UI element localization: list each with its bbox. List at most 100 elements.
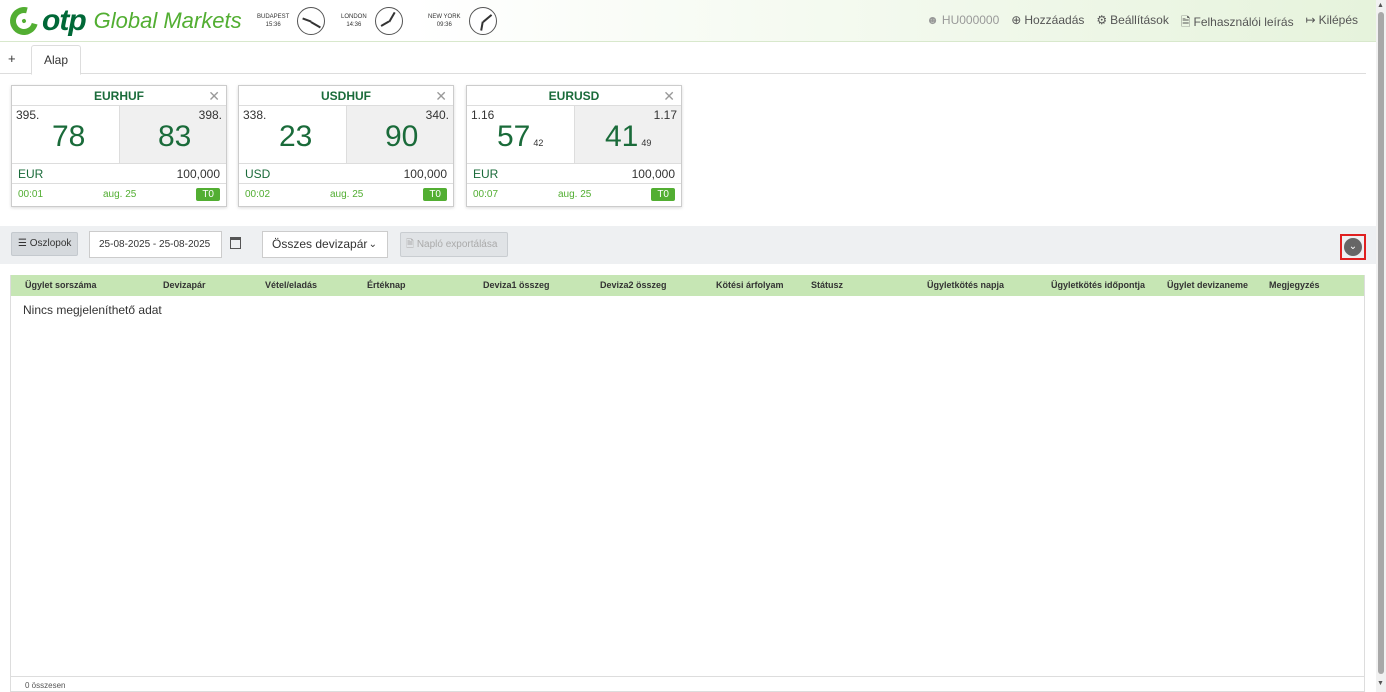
tile-time: 00:02 [245, 188, 271, 200]
tab-bar: + Alap [0, 43, 1366, 75]
table-footer-divider [10, 676, 1365, 677]
column-header[interactable]: Megjegyzés [1269, 275, 1320, 296]
expand-toggle-button[interactable]: ⌄ [1344, 238, 1362, 256]
list-icon: ☰ [18, 238, 27, 249]
ask-sup: 49 [641, 138, 652, 148]
empty-message: Nincs megjeleníthető adat [23, 303, 162, 317]
ask-price[interactable]: 1.17 41 49 [574, 106, 681, 163]
column-header[interactable]: Ügyletkötés időpontja [1051, 275, 1145, 296]
logout-icon: ↦ [1305, 13, 1316, 27]
tenor-badge[interactable]: T0 [651, 187, 675, 201]
rate-tile-eurusd: EURUSD ✕ 1.16 57 42 1.17 41 49 EUR 100,000… [466, 85, 682, 207]
tile-currency: USD [245, 167, 271, 181]
scrollbar-thumb[interactable] [1378, 12, 1384, 674]
scroll-up-icon[interactable]: ▲ [1377, 2, 1384, 9]
bid-prefix: 395. [16, 108, 40, 122]
add-button[interactable]: ⊕ Hozzáadás [1011, 13, 1084, 34]
tile-pair: USDHUF [321, 89, 371, 103]
table-header: Ügylet sorszáma Devizapár Vétel/eladás É… [11, 275, 1364, 296]
clock-london: LONDON 14:36 [341, 6, 403, 36]
bid-price[interactable]: 1.16 57 42 [467, 106, 574, 163]
plus-circle-icon: ⊕ [1011, 13, 1022, 27]
clock-time: 14:36 [346, 22, 362, 28]
column-header[interactable]: Deviza2 összeg [600, 275, 667, 296]
currency-pair-select[interactable]: Összes devizapár ⌄ [262, 231, 388, 258]
column-header[interactable]: Vétel/eladás [265, 275, 317, 296]
otp-logo-icon [4, 1, 44, 41]
clock-face-icon [468, 7, 497, 35]
page-scrollbar[interactable]: ▲ ▼ [1376, 0, 1386, 692]
close-icon[interactable]: ✕ [208, 86, 220, 106]
bid-price[interactable]: 395. 78 [12, 106, 119, 163]
add-tab-button[interactable]: + [8, 51, 16, 66]
logo-subtitle: Global Markets [93, 8, 242, 33]
clock-face-icon [374, 7, 403, 35]
clock-new-york: NEW YORK 09:36 [428, 6, 497, 36]
close-icon[interactable]: ✕ [435, 86, 447, 106]
scroll-down-icon[interactable]: ▼ [1377, 680, 1384, 687]
calendar-icon[interactable] [230, 237, 241, 249]
ask-prefix: 398. [198, 108, 222, 122]
clock-city: NEW YORK [428, 14, 461, 20]
clock-time: 09:36 [436, 22, 452, 28]
column-header[interactable]: Kötési árfolyam [716, 275, 784, 296]
columns-button[interactable]: ☰ Oszlopok [11, 232, 79, 256]
column-header[interactable]: Devizapár [163, 275, 206, 296]
ask-big: 41 [605, 120, 639, 153]
tab-alap[interactable]: Alap [31, 45, 82, 75]
bid-big: 57 [497, 120, 531, 153]
user-manual-link[interactable]: 🗎 Felhasználói leírás [1181, 13, 1294, 34]
tile-pair: EURHUF [94, 89, 144, 103]
tile-currency: EUR [473, 167, 499, 181]
trade-log-table: Ügylet sorszáma Devizapár Vétel/eladás É… [10, 275, 1365, 692]
tenor-badge[interactable]: T0 [196, 187, 220, 201]
chevron-down-icon: ⌄ [368, 239, 377, 250]
settings-button[interactable]: ⚙ Beállítások [1096, 13, 1168, 34]
column-header[interactable]: Deviza1 összeg [483, 275, 550, 296]
filter-toolbar: ☰ Oszlopok 25-08-2025 - 25-08-2025 Össze… [0, 226, 1376, 264]
bid-big: 78 [52, 120, 86, 153]
amount-row[interactable]: EUR 100,000 [12, 164, 226, 184]
date-range-input[interactable]: 25-08-2025 - 25-08-2025 [89, 231, 222, 258]
bid-price[interactable]: 338. 23 [239, 106, 346, 163]
tile-amount: 100,000 [631, 167, 675, 181]
top-nav: ☻ HU000000 ⊕ Hozzáadás ⚙ Beállítások 🗎 Felha… [926, 13, 1358, 34]
otp-logo: otp Global Markets [4, 1, 242, 41]
amount-row[interactable]: USD 100,000 [239, 164, 453, 184]
bid-sup: 42 [533, 138, 544, 148]
ask-price[interactable]: 398. 83 [119, 106, 226, 163]
tile-amount: 100,000 [403, 167, 447, 181]
close-icon[interactable]: ✕ [663, 86, 675, 106]
export-icon: 🗎 [406, 239, 415, 250]
bid-big: 23 [279, 120, 313, 153]
column-header[interactable]: Értéknap [367, 275, 406, 296]
column-header[interactable]: Ügylet sorszáma [25, 275, 97, 296]
export-log-button[interactable]: 🗎 Napló exportálása [400, 232, 508, 257]
clock-budapest: BUDAPEST 15:36 [257, 6, 326, 36]
clock-city: LONDON [341, 14, 367, 20]
expand-highlight: ⌄ [1340, 234, 1366, 260]
logout-button[interactable]: ↦ Kilépés [1306, 13, 1358, 34]
amount-row[interactable]: EUR 100,000 [467, 164, 681, 184]
bid-prefix: 1.16 [471, 108, 495, 122]
ask-prefix: 1.17 [653, 108, 677, 122]
ask-prefix: 340. [425, 108, 449, 122]
ask-price[interactable]: 340. 90 [346, 106, 453, 163]
column-header[interactable]: Státusz [811, 275, 843, 296]
tile-date: aug. 25 [329, 188, 364, 200]
column-header[interactable]: Ügylet devizaneme [1167, 275, 1248, 296]
user-id[interactable]: ☻ HU000000 [926, 13, 999, 34]
top-header: otp Global Markets BUDAPEST 15:36 LONDON… [0, 0, 1376, 42]
clock-face-icon [297, 7, 326, 35]
ask-big: 83 [158, 120, 192, 153]
total-count: 0 összesen [25, 681, 66, 690]
tile-currency: EUR [18, 167, 44, 181]
tile-time: 00:07 [473, 188, 499, 200]
clock-city: BUDAPEST [257, 14, 290, 20]
column-header[interactable]: Ügyletkötés napja [927, 275, 1004, 296]
ask-big: 90 [385, 120, 419, 153]
user-icon: ☻ [926, 13, 939, 27]
rate-tile-usdhuf: USDHUF ✕ 338. 23 340. 90 USD 100,000 00:… [238, 85, 454, 207]
tenor-badge[interactable]: T0 [423, 187, 447, 201]
tile-pair: EURUSD [548, 89, 600, 103]
